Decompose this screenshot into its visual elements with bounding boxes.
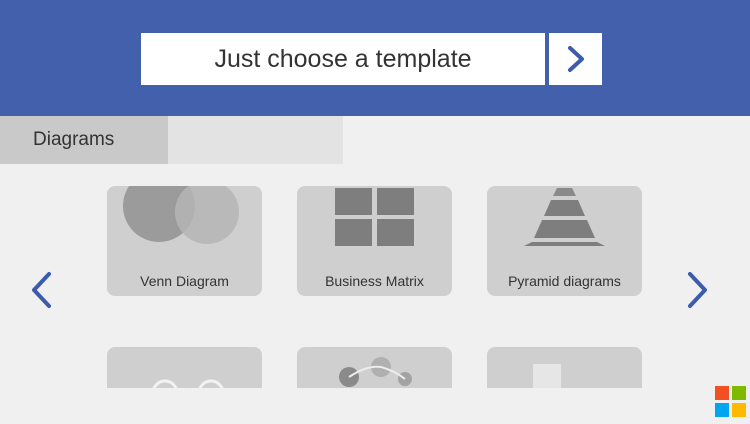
template-card[interactable] <box>297 347 452 388</box>
title-next-button[interactable] <box>549 33 602 85</box>
template-gallery: Venn Diagram Business Matrix Pyramid dia… <box>0 164 750 388</box>
template-card-label: Business Matrix <box>325 273 424 289</box>
page-title: Just choose a template <box>141 33 545 85</box>
logo-square <box>732 386 746 400</box>
tab-strip-empty <box>168 116 343 164</box>
microsoft-logo-icon <box>715 386 746 417</box>
chevron-right-icon[interactable] <box>686 271 710 309</box>
template-card[interactable] <box>107 347 262 388</box>
template-card[interactable] <box>487 347 642 388</box>
pyramid-icon <box>524 188 605 246</box>
venn-diagram-icon <box>123 186 239 244</box>
template-card-business-matrix[interactable]: Business Matrix <box>297 186 452 296</box>
template-card-pyramid[interactable]: Pyramid diagrams <box>487 186 642 296</box>
diagram-thumbnail-icon <box>152 379 224 388</box>
business-matrix-icon <box>335 188 414 246</box>
template-card-label: Pyramid diagrams <box>508 273 621 289</box>
header-banner: Just choose a template <box>0 0 750 116</box>
template-card-venn[interactable]: Venn Diagram <box>107 186 262 296</box>
template-card-label: Venn Diagram <box>140 273 229 289</box>
chevron-left-icon[interactable] <box>29 271 53 309</box>
diagram-thumbnail-icon <box>339 357 412 387</box>
logo-square <box>715 386 729 400</box>
chevron-right-icon <box>567 46 584 72</box>
logo-square <box>715 403 729 417</box>
logo-square <box>732 403 746 417</box>
diagram-thumbnail-icon <box>533 364 561 388</box>
tab-diagrams[interactable]: Diagrams <box>0 116 168 164</box>
